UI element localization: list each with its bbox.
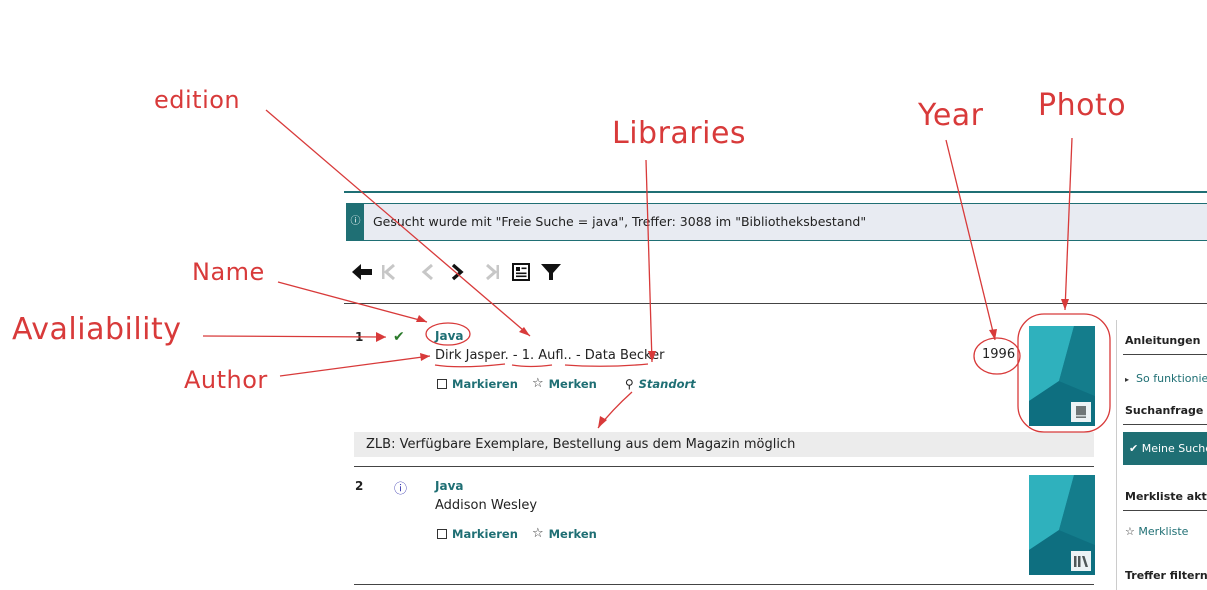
sidebar-link-so-funktioniert[interactable]: ▸ So funktionie	[1125, 372, 1207, 385]
annotation-edition: edition	[154, 86, 241, 114]
star-icon: ☆	[531, 526, 544, 541]
result-actions: Markieren ☆ Merken ⚲ Standort	[437, 376, 696, 391]
star-icon: ☆	[1125, 525, 1135, 538]
book-type-icon	[1071, 402, 1091, 422]
result-title-link[interactable]: Java	[435, 329, 463, 343]
sidebar-divider	[1123, 510, 1207, 511]
sidebar-divider	[1123, 354, 1207, 355]
library-logo-icon	[1071, 551, 1091, 571]
next-icon[interactable]	[444, 258, 470, 286]
available-check-icon: ✔	[393, 329, 405, 345]
prev-icon[interactable]	[415, 258, 441, 286]
annotation-author: Author	[184, 366, 268, 394]
star-icon: ☆	[531, 376, 544, 391]
checkbox-icon	[437, 528, 447, 539]
info-icon: ⓘ	[347, 204, 364, 240]
search-info-bar: ⓘ Gesucht wurde mit "Freie Suche = java"…	[346, 203, 1207, 241]
annotation-year: Year	[918, 98, 984, 133]
result-year: 1996	[982, 347, 1016, 362]
info-status-icon: ⓘ	[394, 482, 408, 497]
result-number: 1	[355, 330, 364, 344]
book-cover-image[interactable]	[1029, 326, 1095, 426]
toolbar-divider	[344, 303, 1207, 304]
annotation-libraries: Libraries	[612, 116, 747, 151]
sidebar-heading-treffer-filtern: Treffer filtern	[1125, 569, 1207, 582]
check-icon: ✔	[1129, 442, 1139, 455]
sidebar-divider	[1123, 424, 1207, 425]
markieren-button[interactable]: Markieren	[437, 377, 518, 391]
result-divider	[354, 584, 1094, 585]
location-pin-icon: ⚲	[624, 376, 634, 391]
sidebar-link-merkliste[interactable]: ☆ Merkliste	[1125, 525, 1188, 538]
last-page-icon[interactable]	[479, 258, 505, 286]
sidebar-heading-merkliste: Merkliste aktiv	[1125, 490, 1207, 503]
standort-link[interactable]: ⚲ Standort	[625, 377, 696, 391]
book-cover-image[interactable]	[1029, 475, 1095, 575]
markieren-button[interactable]: Markieren	[437, 527, 518, 541]
annotation-photo: Photo	[1038, 88, 1127, 123]
right-sidebar: Anleitungen ▸ So funktionie Suchanfrage …	[1116, 320, 1207, 590]
result-title-link[interactable]: Java	[435, 479, 463, 493]
back-arrow-icon[interactable]	[349, 258, 375, 286]
search-info-text: Gesucht wurde mit "Freie Suche = java", …	[373, 214, 867, 229]
annotation-name: Name	[192, 258, 265, 286]
top-rule	[344, 191, 1207, 193]
result-meta: Dirk Jasper. - 1. Aufl.. - Data Becker	[435, 348, 665, 363]
sidebar-heading-anleitungen: Anleitungen	[1125, 334, 1201, 347]
detail-view-icon[interactable]	[508, 258, 534, 286]
merken-button[interactable]: ☆ Merken	[532, 526, 597, 541]
meine-suche-button[interactable]: ✔ Meine Suche	[1123, 432, 1207, 465]
sidebar-heading-suchanfrage: Suchanfrage sic	[1125, 404, 1207, 417]
availability-bar: ZLB: Verfügbare Exemplare, Bestellung au…	[354, 432, 1094, 457]
merken-button[interactable]: ☆ Merken	[532, 376, 597, 391]
annotation-availability: Avaliability	[12, 312, 182, 347]
result-divider	[354, 466, 1094, 467]
checkbox-icon	[437, 378, 447, 389]
filter-icon[interactable]	[538, 258, 564, 286]
result-meta: Addison Wesley	[435, 498, 538, 513]
result-actions: Markieren ☆ Merken	[437, 526, 597, 541]
first-page-icon[interactable]	[376, 258, 402, 286]
caret-right-icon: ▸	[1125, 375, 1130, 384]
result-number: 2	[355, 479, 364, 493]
